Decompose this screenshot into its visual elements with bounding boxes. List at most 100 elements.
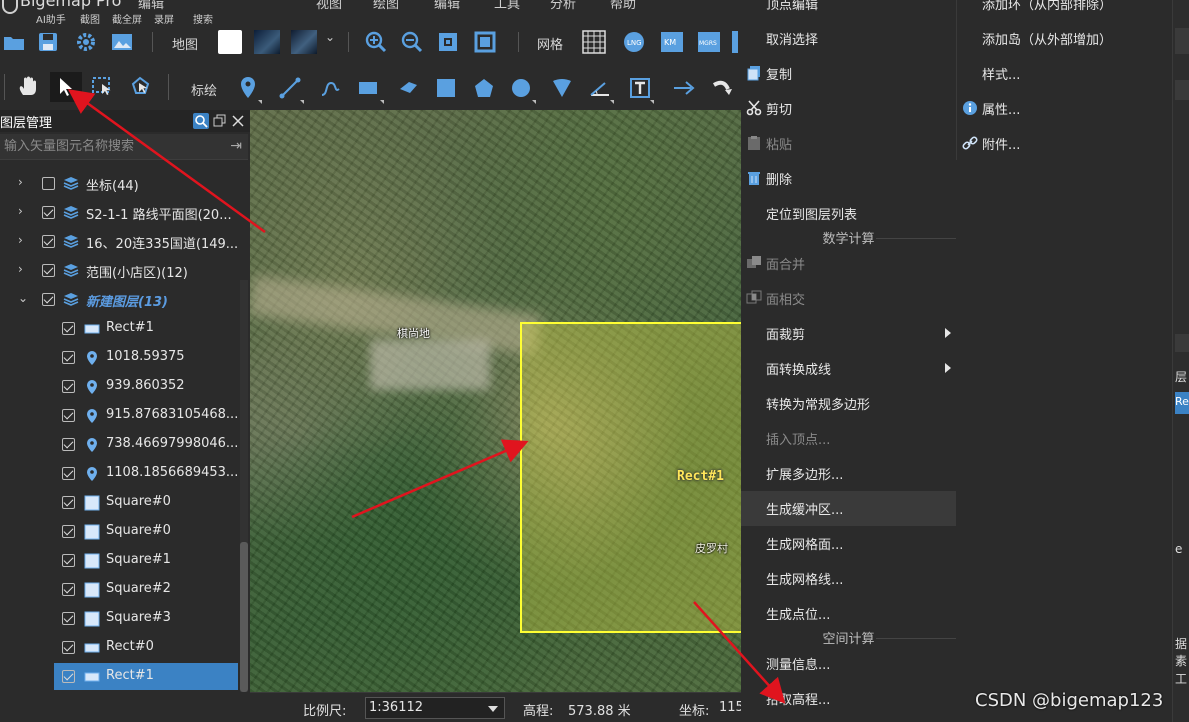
layer-tree-row[interactable]: › 范围(小店区)(12)	[0, 257, 238, 286]
context-menu-item[interactable]: 测量信息...	[741, 646, 956, 681]
layer-tree-row[interactable]: Square#2	[0, 576, 238, 605]
layer-visibility-checkbox[interactable]	[62, 467, 75, 480]
circle-tool-icon[interactable]	[507, 74, 535, 102]
context-menu-item[interactable]: 定位到图层列表	[741, 196, 956, 231]
open-folder-icon[interactable]	[0, 28, 28, 56]
context-menu-item[interactable]: 面转换成线	[741, 351, 956, 386]
scale-select[interactable]: 1:36112	[365, 697, 505, 719]
chevron-right-icon[interactable]: ›	[18, 205, 28, 217]
chevron-right-icon[interactable]: ›	[18, 263, 28, 275]
record-button[interactable]: 录屏	[154, 11, 174, 24]
layer-tree-row[interactable]: 939.860352	[0, 373, 238, 402]
layer-tree-row[interactable]: Rect#1	[0, 315, 238, 344]
layer-visibility-checkbox[interactable]	[62, 670, 75, 683]
text-tool-icon[interactable]	[626, 74, 654, 102]
layer-scrollbar[interactable]	[240, 280, 248, 692]
chevron-down-icon[interactable]: ⌄	[18, 292, 28, 304]
layer-search-input[interactable]	[0, 134, 215, 158]
arrow-tool-icon[interactable]	[670, 74, 698, 102]
sector-tool-icon[interactable]	[548, 74, 576, 102]
search-icon[interactable]	[193, 113, 209, 129]
right-strip-tab[interactable]	[1175, 334, 1189, 352]
km-grid-icon[interactable]: KM	[658, 28, 686, 56]
layer-tree-row[interactable]: › 16、20连335国道(149...	[0, 228, 238, 257]
context-menu-item[interactable]: 剪切	[741, 91, 956, 126]
context-menu-item[interactable]: 插入顶点...	[741, 421, 956, 456]
line-tool-icon[interactable]	[276, 74, 304, 102]
context-menu-item[interactable]: 粘贴	[741, 126, 956, 161]
zoom-in-icon[interactable]	[362, 28, 390, 56]
chevron-down-icon[interactable]: ⌄	[325, 30, 335, 44]
rectangle-tool-icon[interactable]	[354, 74, 382, 102]
layer-tree-row[interactable]: 1018.59375	[0, 344, 238, 373]
context-menu-item[interactable]: 属性...	[957, 91, 1173, 126]
context-menu-item[interactable]: 转换为常规多边形	[741, 386, 956, 421]
image-icon[interactable]	[108, 28, 136, 56]
context-menu-item[interactable]: 生成网格线...	[741, 561, 956, 596]
polygon-tool-icon[interactable]	[394, 74, 422, 102]
context-menu-item[interactable]: 拾取高程...	[741, 681, 956, 716]
layer-visibility-checkbox[interactable]	[62, 525, 75, 538]
layer-tree-row[interactable]: Square#3	[0, 605, 238, 634]
save-icon[interactable]	[34, 28, 62, 56]
layer-visibility-checkbox[interactable]	[62, 641, 75, 654]
context-menu-item[interactable]: 生成网格面...	[741, 526, 956, 561]
pentagon-tool-icon[interactable]	[470, 74, 498, 102]
layer-tree-row[interactable]: Square#1	[0, 547, 238, 576]
screenshot-button[interactable]: 截图	[80, 11, 100, 24]
curved-arrow-tool-icon[interactable]	[708, 74, 736, 102]
context-menu-item[interactable]: 面相交	[741, 281, 956, 316]
layer-visibility-checkbox[interactable]	[62, 612, 75, 625]
layer-visibility-checkbox[interactable]	[62, 496, 75, 509]
zoom-out-icon[interactable]	[398, 28, 426, 56]
ai-assistant-button[interactable]: AI助手	[36, 11, 66, 24]
layer-tree-row[interactable]: 915.87683105468...	[0, 402, 238, 431]
settings-gear-icon[interactable]	[72, 28, 100, 56]
select-arrow-icon[interactable]	[50, 72, 82, 102]
menu-item-help[interactable]: 帮助	[610, 0, 636, 12]
context-menu-item[interactable]: 添加岛（从外部增加）	[957, 21, 1173, 56]
close-icon[interactable]	[230, 113, 246, 129]
layer-tree-row[interactable]: Square#0	[0, 518, 238, 547]
layer-visibility-checkbox[interactable]	[62, 351, 75, 364]
map-source-button[interactable]	[290, 28, 318, 56]
context-menu-item[interactable]: 取消选择	[741, 21, 956, 56]
layer-visibility-checkbox[interactable]	[62, 380, 75, 393]
layer-tree-row[interactable]: ⌄ 新建图层(13)	[0, 286, 238, 315]
chevron-right-icon[interactable]: ›	[18, 234, 28, 246]
layer-visibility-checkbox[interactable]	[62, 438, 75, 451]
layer-tree-row[interactable]: 1108.1856689453...	[0, 460, 238, 489]
layer-scrollbar-thumb[interactable]	[240, 542, 248, 692]
layer-tree-row[interactable]: Square#0	[0, 489, 238, 518]
collapse-panel-icon[interactable]: ⇥	[230, 138, 242, 154]
layer-tree-row[interactable]: Rect#0	[0, 634, 238, 663]
context-menu-item[interactable]: 顶点编辑	[741, 0, 956, 21]
layer-visibility-checkbox[interactable]	[62, 554, 75, 567]
map-pin-icon[interactable]	[234, 74, 262, 102]
menu-item-draw[interactable]: 绘图	[373, 0, 399, 12]
search-button[interactable]: 搜索	[193, 11, 213, 24]
context-menu-item[interactable]: 生成点位...	[741, 596, 956, 631]
fullscreen-shot-button[interactable]: 截全屏	[112, 11, 142, 24]
context-menu-item[interactable]: 添加环（从内部排除）	[957, 0, 1173, 21]
float-window-icon[interactable]	[212, 113, 228, 129]
menu-item-view[interactable]: 视图	[316, 0, 342, 12]
layer-visibility-checkbox[interactable]	[42, 264, 55, 277]
pan-hand-icon[interactable]	[14, 72, 42, 100]
grid-icon[interactable]	[580, 28, 608, 56]
satellite-map-button[interactable]	[253, 28, 281, 56]
layer-visibility-checkbox[interactable]	[62, 409, 75, 422]
context-menu-item[interactable]: 样式...	[957, 56, 1173, 91]
menu-item-analysis[interactable]: 分析	[550, 0, 576, 12]
layer-visibility-checkbox[interactable]	[62, 583, 75, 596]
mgrs-grid-icon[interactable]: MGRS	[695, 28, 723, 56]
latlng-grid-icon[interactable]: LNG	[620, 28, 648, 56]
curve-tool-icon[interactable]	[316, 74, 344, 102]
context-menu-item[interactable]: 附件...	[957, 126, 1173, 161]
right-strip-button[interactable]	[1175, 80, 1189, 100]
right-strip-selected[interactable]: Re	[1175, 392, 1189, 414]
fit-view-icon[interactable]	[471, 28, 499, 56]
context-menu-item[interactable]: 扩展多边形...	[741, 456, 956, 491]
measure-angle-icon[interactable]	[586, 74, 614, 102]
map-view[interactable]: 棋尚地 皮罗村 Rect#1	[250, 110, 741, 692]
